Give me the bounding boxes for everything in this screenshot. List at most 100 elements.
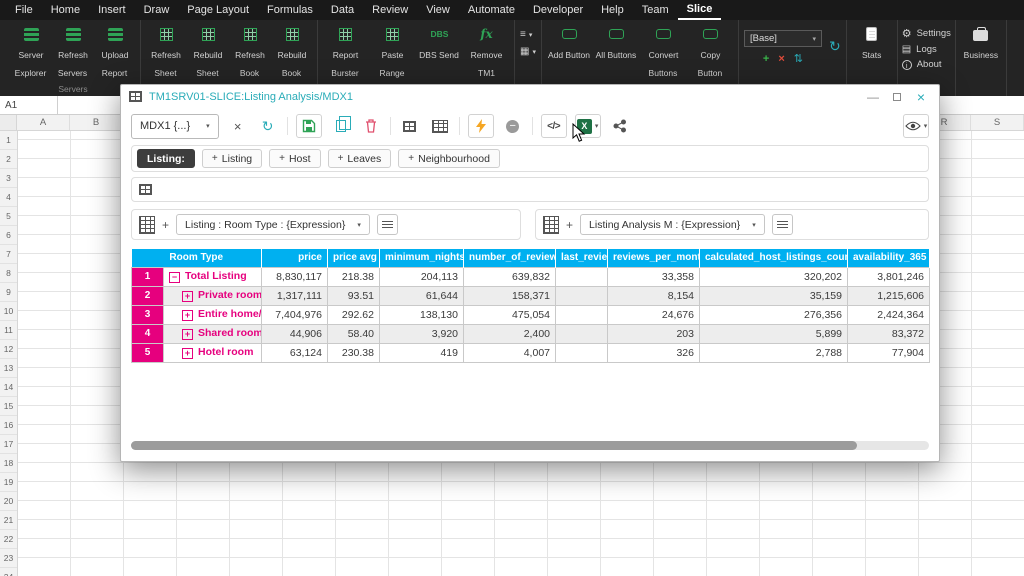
column-header-cell[interactable]: last_review [556, 249, 608, 267]
column-dimension-menu-button[interactable] [772, 214, 793, 235]
menu-item[interactable]: View [417, 0, 459, 20]
horizontal-scrollbar[interactable] [131, 441, 929, 450]
menu-item[interactable]: Help [592, 0, 633, 20]
menu-item[interactable]: File [6, 0, 42, 20]
suppress-button[interactable]: − [502, 114, 524, 138]
data-cell[interactable]: 639,832 [464, 267, 556, 286]
ribbon-button[interactable]: Rebuild Book [272, 22, 312, 83]
row-header[interactable]: 14 [0, 378, 17, 397]
row-dimension-select[interactable]: Listing : Room Type : {Expression} ▾ [176, 214, 370, 235]
sheet-tab[interactable]: + Host [269, 149, 320, 168]
data-cell[interactable] [556, 324, 608, 343]
app-menu-item[interactable]: i About [902, 59, 951, 70]
data-cell[interactable]: 475,054 [464, 305, 556, 324]
menu-item[interactable]: Automate [459, 0, 524, 20]
small-grid-view-button[interactable] [399, 114, 421, 138]
add-dimension-icon[interactable]: + [566, 218, 573, 232]
data-cell[interactable]: 1,215,606 [848, 286, 930, 305]
sheet-tab[interactable]: + Leaves [328, 149, 392, 168]
run-button[interactable] [468, 114, 494, 138]
data-cell[interactable]: 44,906 [262, 324, 328, 343]
menu-item[interactable]: Draw [135, 0, 179, 20]
ribbon-button[interactable]: Refresh Book [230, 22, 270, 83]
save-button[interactable] [296, 114, 322, 138]
ribbon-button[interactable]: Rebuild Sheet [188, 22, 228, 83]
row-dimension-menu-button[interactable] [377, 214, 398, 235]
menu-item[interactable]: Formulas [258, 0, 322, 20]
data-cell[interactable]: 218.38 [328, 267, 380, 286]
data-cell[interactable]: 419 [380, 343, 464, 362]
row-header[interactable]: 8 [0, 264, 17, 283]
mdx-selector[interactable]: MDX1 {...} ▾ [131, 114, 219, 139]
ribbon-button[interactable]: Convert Buttons [641, 22, 686, 83]
data-cell[interactable] [556, 267, 608, 286]
data-cell[interactable]: 5,899 [700, 324, 848, 343]
code-view-button[interactable]: </> [541, 114, 567, 138]
column-dimension-select[interactable]: Listing Analysis M : {Expression} ▾ [580, 214, 765, 235]
row-number-cell[interactable]: 3 [132, 305, 164, 324]
column-header[interactable]: A [17, 115, 70, 130]
data-cell[interactable]: 158,371 [464, 286, 556, 305]
column-header-cell[interactable]: availability_365 [848, 249, 930, 267]
row-label-cell[interactable]: +Private room [164, 286, 262, 305]
ribbon-button[interactable]: Upload Report [95, 22, 135, 83]
expand-toggle-icon[interactable]: + [182, 291, 193, 302]
refresh-icon[interactable]: ↻ [829, 38, 841, 55]
column-header-cell[interactable]: calculated_host_listings_count [700, 249, 848, 267]
row-header[interactable]: 24 [0, 568, 17, 576]
menu-item[interactable]: Insert [89, 0, 135, 20]
refresh-button[interactable]: ↻ [257, 114, 279, 138]
ribbon-button[interactable]: Server Explorer [11, 22, 51, 83]
add-member-icon[interactable]: + [763, 54, 769, 65]
export-excel-button[interactable]: X ▾ [575, 114, 601, 138]
data-cell[interactable] [556, 286, 608, 305]
column-header-cell[interactable]: minimum_nights [380, 249, 464, 267]
row-header[interactable]: 12 [0, 340, 17, 359]
data-cell[interactable]: 1,317,111 [262, 286, 328, 305]
data-cell[interactable]: 7,404,976 [262, 305, 328, 324]
row-header[interactable]: 11 [0, 321, 17, 340]
data-cell[interactable]: 2,424,364 [848, 305, 930, 324]
row-header[interactable]: 22 [0, 530, 17, 549]
expand-toggle-icon[interactable]: + [182, 310, 193, 321]
data-cell[interactable]: 230.38 [328, 343, 380, 362]
view-mode-button[interactable]: ▦ ▾ [520, 46, 536, 57]
swap-axes-icon[interactable]: ⇅ [794, 54, 803, 65]
menu-item[interactable]: Developer [524, 0, 592, 20]
data-cell[interactable]: 4,007 [464, 343, 556, 362]
row-header[interactable]: 13 [0, 359, 17, 378]
app-menu-item[interactable]: ⚙ Settings [902, 27, 951, 40]
data-cell[interactable]: 35,159 [700, 286, 848, 305]
data-cell[interactable]: 83,372 [848, 324, 930, 343]
data-cell[interactable]: 77,904 [848, 343, 930, 362]
menu-item[interactable]: Page Layout [178, 0, 258, 20]
row-number-cell[interactable]: 1 [132, 267, 164, 286]
menu-item[interactable]: Review [363, 0, 417, 20]
sheet-tab[interactable]: Listing: [137, 149, 195, 168]
row-number-cell[interactable]: 2 [132, 286, 164, 305]
ribbon-button[interactable]: Refresh Servers [53, 22, 93, 83]
large-grid-view-button[interactable] [429, 114, 451, 138]
row-label-cell[interactable]: +Shared room [164, 324, 262, 343]
row-header[interactable]: 6 [0, 226, 17, 245]
row-header[interactable]: 2 [0, 150, 17, 169]
share-button[interactable] [609, 114, 631, 138]
row-header[interactable]: 9 [0, 283, 17, 302]
business-button[interactable]: Business [961, 22, 1001, 83]
column-header[interactable]: S [971, 115, 1024, 130]
column-header-cell[interactable]: reviews_per_month [608, 249, 700, 267]
column-header[interactable]: B [70, 115, 123, 130]
row-header[interactable]: 4 [0, 188, 17, 207]
data-cell[interactable]: 138,130 [380, 305, 464, 324]
data-cell[interactable]: 8,830,117 [262, 267, 328, 286]
data-cell[interactable]: 2,400 [464, 324, 556, 343]
data-cell[interactable]: 326 [608, 343, 700, 362]
column-header-cell[interactable]: price [262, 249, 328, 267]
menu-item[interactable]: Data [322, 0, 363, 20]
minimize-button[interactable]: — [863, 88, 883, 106]
data-cell[interactable]: 203 [608, 324, 700, 343]
ribbon-button[interactable]: Add Button [547, 22, 592, 83]
name-box[interactable]: A1 [0, 96, 58, 114]
data-cell[interactable]: 61,644 [380, 286, 464, 305]
data-cell[interactable]: 93.51 [328, 286, 380, 305]
